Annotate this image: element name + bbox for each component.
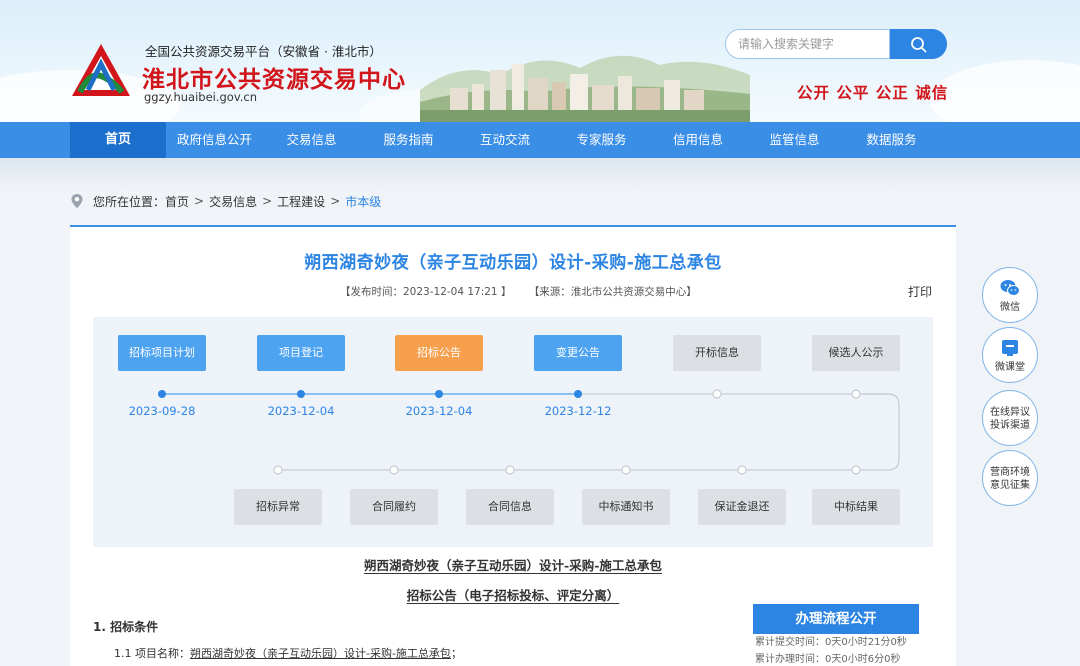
site-header: 全国公共资源交易平台（安徽省 · 淮北市） 淮北市公共资源交易中心 ggzy.h… [0,0,1080,122]
site-slogan: 公开 公平 公正 诚信 [797,84,949,102]
section-title: 1. 招标条件 [93,620,159,634]
breadcrumb-trade-info[interactable]: 交易信息 [209,193,257,210]
step-candidate-notice[interactable]: 候选人公示 [812,335,900,371]
process-disclosure-title: 办理流程公开 [753,604,919,634]
project-name-label: 1.1 项目名称： [114,647,190,660]
city-skyline-image [420,55,750,122]
breadcrumb-separator: > [262,194,273,208]
print-link[interactable]: 打印 [908,283,932,300]
step-date: 2023-09-28 [128,404,196,418]
document-heading: 朔西湖奇妙夜（亲子互动乐园）设计-采购-施工总承包 [70,555,956,574]
micro-class-button[interactable]: 微课堂 [982,327,1038,383]
micro-class-label: 微课堂 [995,361,1025,373]
step-date: 2023-12-12 [544,404,612,418]
business-feedback-label: 营商环境 意见征集 [990,467,1030,491]
search-button[interactable] [890,29,947,59]
step-project-register[interactable]: 项目登记 [257,335,345,371]
process-flow: 招标项目计划 项目登记 招标公告 变更公告 开标信息 候选人公示 2023-09… [93,317,933,547]
breadcrumb-separator: > [330,194,341,208]
breadcrumb-prefix: 您所在位置： [93,194,166,209]
location-pin-icon [71,194,83,208]
complaint-channel-label: 在线异议 投诉渠道 [990,407,1030,431]
nav-item-interaction[interactable]: 互动交流 [457,122,553,158]
nav-item-gov-info[interactable]: 政府信息公开 [166,122,263,158]
step-change-notice[interactable]: 变更公告 [534,335,622,371]
submit-time: 累计提交时间：0天0小时21分0秒 [755,637,907,648]
breadcrumb-home[interactable]: 首页 [165,193,189,210]
step-bid-plan[interactable]: 招标项目计划 [118,335,206,371]
breadcrumb-separator: > [194,194,205,208]
wechat-icon [1000,279,1020,296]
step-award-letter[interactable]: 中标通知书 [582,489,670,525]
step-bid-opening[interactable]: 开标信息 [673,335,761,371]
project-name-line: 1.1 项目名称：朔西湖奇妙夜（亲子互动乐园）设计-采购-施工总承包； [114,645,462,661]
document-subheading: 招标公告（电子招标投标、评定分离） [70,585,956,604]
step-date: 2023-12-04 [405,404,473,418]
nav-item-expert[interactable]: 专家服务 [553,122,650,158]
nav-shadow-band [0,158,1080,188]
nav-item-service-guide[interactable]: 服务指南 [360,122,457,158]
article-panel: 朔西湖奇妙夜（亲子互动乐园）设计-采购-施工总承包 【发布时间：2023-12-… [70,225,956,666]
complaint-channel-button[interactable]: 在线异议 投诉渠道 [982,390,1038,446]
nav-item-trade-info[interactable]: 交易信息 [263,122,360,158]
cloud-decoration [930,60,1080,122]
handle-time: 累计办理时间：0天0小时6分0秒 [755,654,901,665]
line-end: ； [450,647,462,660]
project-name-value: 朔西湖奇妙夜（亲子互动乐园）设计-采购-施工总承包 [190,647,451,660]
article-meta: 【发布时间：2023-12-04 17:21 】 【来源：淮北市公共资源交易中心… [340,284,711,299]
publish-time: 【发布时间：2023-12-04 17:21 】 [340,286,512,298]
document-heading-text: 朔西湖奇妙夜（亲子互动乐园）设计-采购-施工总承包 [364,558,662,573]
step-bid-notice[interactable]: 招标公告 [395,335,483,371]
step-contract-performance[interactable]: 合同履约 [350,489,438,525]
step-date: 2023-12-04 [267,404,335,418]
step-award-result[interactable]: 中标结果 [812,489,900,525]
process-disclosure-box: 办理流程公开 累计提交时间：0天0小时21分0秒 累计办理时间：0天0小时6分0… [753,604,919,666]
main-nav: 首页 政府信息公开 交易信息 服务指南 互动交流 专家服务 信用信息 监管信息 … [0,122,1080,158]
classroom-icon [1002,339,1018,356]
platform-name: 全国公共资源交易平台（安徽省 · 淮北市） [145,44,382,59]
search-box [725,29,947,59]
step-contract-info[interactable]: 合同信息 [466,489,554,525]
breadcrumb-current[interactable]: 市本级 [345,193,381,210]
site-logo [72,44,130,96]
wechat-label: 微信 [1000,301,1020,313]
nav-item-credit[interactable]: 信用信息 [650,122,746,158]
site-domain: ggzy.huaibei.gov.cn [144,90,258,104]
nav-item-home[interactable]: 首页 [70,122,166,158]
step-deposit-refund[interactable]: 保证金退还 [698,489,786,525]
search-icon [911,36,927,52]
wechat-button[interactable]: 微信 [982,267,1038,323]
site-title: 淮北市公共资源交易中心 [142,66,406,93]
breadcrumb: 您所在位置： 首页 > 交易信息 > 工程建设 > 市本级 [70,193,381,209]
article-source: 【来源：淮北市公共资源交易中心】 [528,286,697,298]
nav-item-data[interactable]: 数据服务 [843,122,940,158]
document-subheading-text: 招标公告（电子招标投标、评定分离） [406,588,620,603]
business-feedback-button[interactable]: 营商环境 意见征集 [982,450,1038,506]
search-input[interactable] [725,29,890,59]
nav-item-supervision[interactable]: 监管信息 [746,122,843,158]
step-bid-exception[interactable]: 招标异常 [234,489,322,525]
breadcrumb-engineering[interactable]: 工程建设 [277,193,325,210]
article-title: 朔西湖奇妙夜（亲子互动乐园）设计-采购-施工总承包 [304,253,722,273]
